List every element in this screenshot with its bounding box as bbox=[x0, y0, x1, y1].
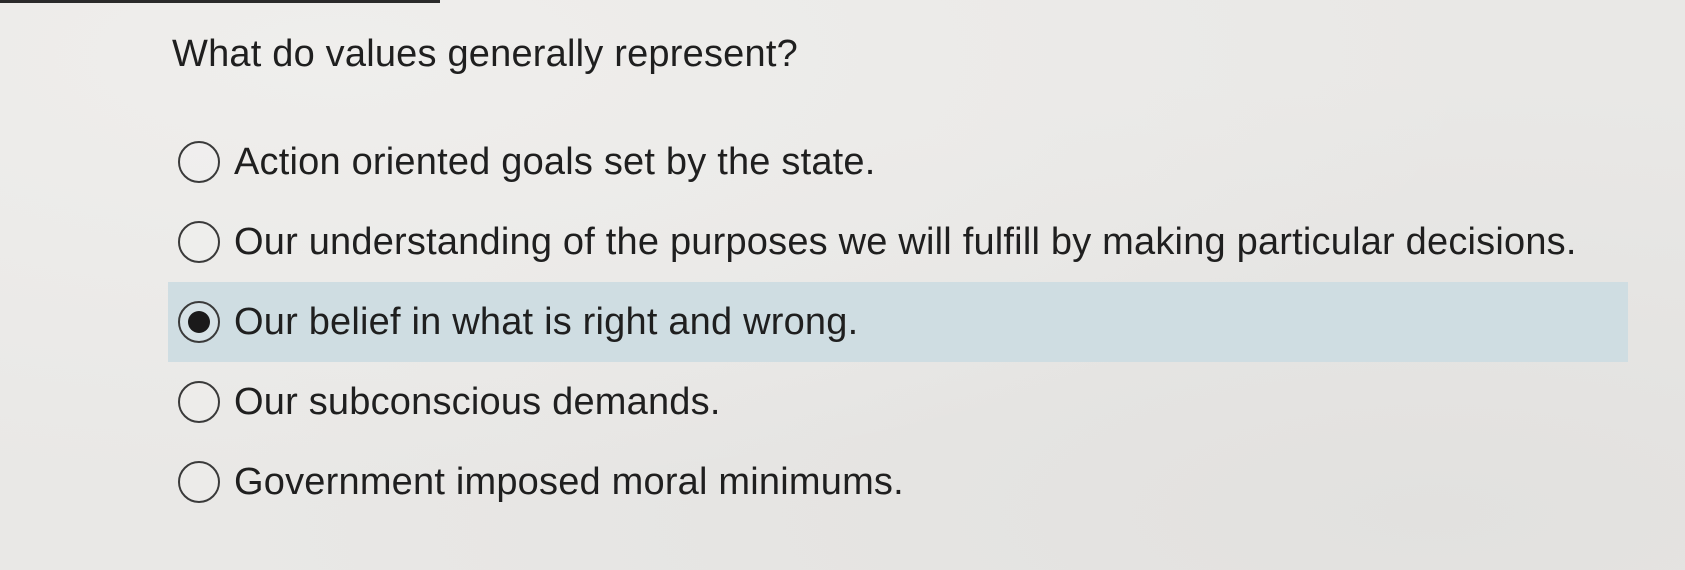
answer-option-5[interactable]: Government imposed moral minimums. bbox=[168, 442, 1628, 522]
answer-option-2[interactable]: Our understanding of the purposes we wil… bbox=[168, 202, 1628, 282]
radio-button-icon[interactable] bbox=[178, 381, 220, 423]
option-label: Our belief in what is right and wrong. bbox=[234, 301, 859, 343]
radio-button-icon[interactable] bbox=[178, 141, 220, 183]
radio-button-icon[interactable] bbox=[178, 461, 220, 503]
answer-option-4[interactable]: Our subconscious demands. bbox=[168, 362, 1628, 442]
question-text: What do values generally represent? bbox=[172, 33, 798, 75]
answer-option-3[interactable]: Our belief in what is right and wrong. bbox=[168, 282, 1628, 362]
option-label: Action oriented goals set by the state. bbox=[234, 141, 876, 183]
answer-options: Action oriented goals set by the state. … bbox=[168, 122, 1628, 522]
top-border-strip bbox=[0, 0, 440, 3]
option-label: Government imposed moral minimums. bbox=[234, 461, 904, 503]
radio-button-icon[interactable] bbox=[178, 301, 220, 343]
option-label: Our understanding of the purposes we wil… bbox=[234, 221, 1577, 263]
option-label: Our subconscious demands. bbox=[234, 381, 721, 423]
radio-button-icon[interactable] bbox=[178, 221, 220, 263]
radio-dot-icon bbox=[188, 311, 210, 333]
answer-option-1[interactable]: Action oriented goals set by the state. bbox=[168, 122, 1628, 202]
